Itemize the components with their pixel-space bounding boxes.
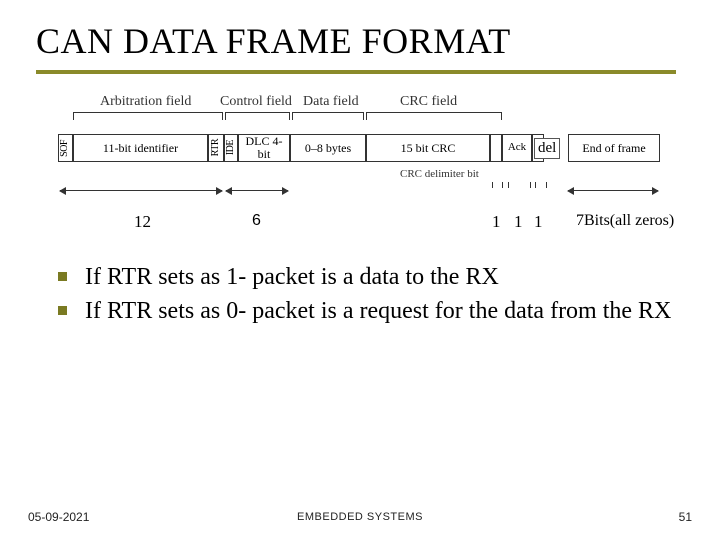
- field-crc: 15 bit CRC: [366, 134, 490, 162]
- field-data-bytes: 0–8 bytes: [290, 134, 366, 162]
- span-eof-bits: [568, 190, 658, 191]
- field-sof: SOF: [58, 134, 73, 162]
- span-arbitration-bits: [60, 190, 222, 191]
- bracket-crc: [366, 112, 502, 120]
- footer-date: 05-09-2021: [28, 510, 89, 524]
- field-identifier: 11-bit identifier: [73, 134, 208, 162]
- span-control-bits: [226, 190, 288, 191]
- tick-ack-l: [508, 182, 509, 188]
- field-eof: End of frame: [568, 134, 660, 162]
- bullet-icon: [58, 306, 67, 315]
- label-crc-delimiter-bit: CRC delimiter bit: [400, 168, 479, 180]
- field-rtr: RTR: [208, 134, 224, 162]
- del-overlay-box: del: [534, 138, 560, 159]
- bit-count-row: 12 6 1 1 1 7Bits(all zeros): [40, 212, 675, 238]
- tick-ack-r: [530, 182, 531, 188]
- field-crc-delim: [490, 134, 502, 162]
- label-control-field: Control field: [220, 94, 292, 110]
- list-item: If RTR sets as 0- packet is a request fo…: [58, 296, 688, 326]
- label-arbitration-field: Arbitration field: [100, 94, 191, 110]
- slide-footer: 05-09-2021 EMBEDDED SYSTEMS 51: [0, 510, 720, 524]
- bullet-icon: [58, 272, 67, 281]
- tick-crc-delim-l: [492, 182, 493, 188]
- slide: CAN DATA FRAME FORMAT Arbitration field …: [0, 0, 720, 540]
- field-dlc: DLC 4-bit: [238, 134, 290, 162]
- bracket-data: [292, 112, 364, 120]
- bullet-text: If RTR sets as 1- packet is a data to th…: [85, 262, 499, 292]
- bracket-control: [225, 112, 290, 120]
- tick-del-r: [546, 182, 547, 188]
- label-crc-field: CRC field: [400, 94, 457, 110]
- bits-control: 6: [252, 212, 261, 230]
- tick-del-l: [535, 182, 536, 188]
- footer-page-number: 51: [679, 510, 692, 524]
- bits-arbitration: 12: [134, 212, 151, 232]
- footer-center: EMBEDDED SYSTEMS: [297, 511, 423, 523]
- bullet-list: If RTR sets as 1- packet is a data to th…: [58, 262, 688, 326]
- bits-eof-note: 7Bits(all zeros): [576, 212, 674, 230]
- list-item: If RTR sets as 1- packet is a data to th…: [58, 262, 688, 292]
- field-ide: IDE: [224, 134, 238, 162]
- bits-del: 1: [534, 212, 543, 232]
- bullet-text: If RTR sets as 0- packet is a request fo…: [85, 296, 671, 326]
- bits-crc-delim: 1: [492, 212, 501, 232]
- frame-diagram: Arbitration field Control field Data fie…: [40, 92, 675, 212]
- field-ack: Ack: [502, 134, 532, 162]
- title-underline: [36, 70, 676, 74]
- slide-title: CAN DATA FRAME FORMAT: [36, 20, 690, 62]
- bracket-arbitration: [73, 112, 223, 120]
- tick-crc-delim-r: [502, 182, 503, 188]
- bits-ack: 1: [514, 212, 523, 232]
- label-data-field: Data field: [303, 94, 359, 110]
